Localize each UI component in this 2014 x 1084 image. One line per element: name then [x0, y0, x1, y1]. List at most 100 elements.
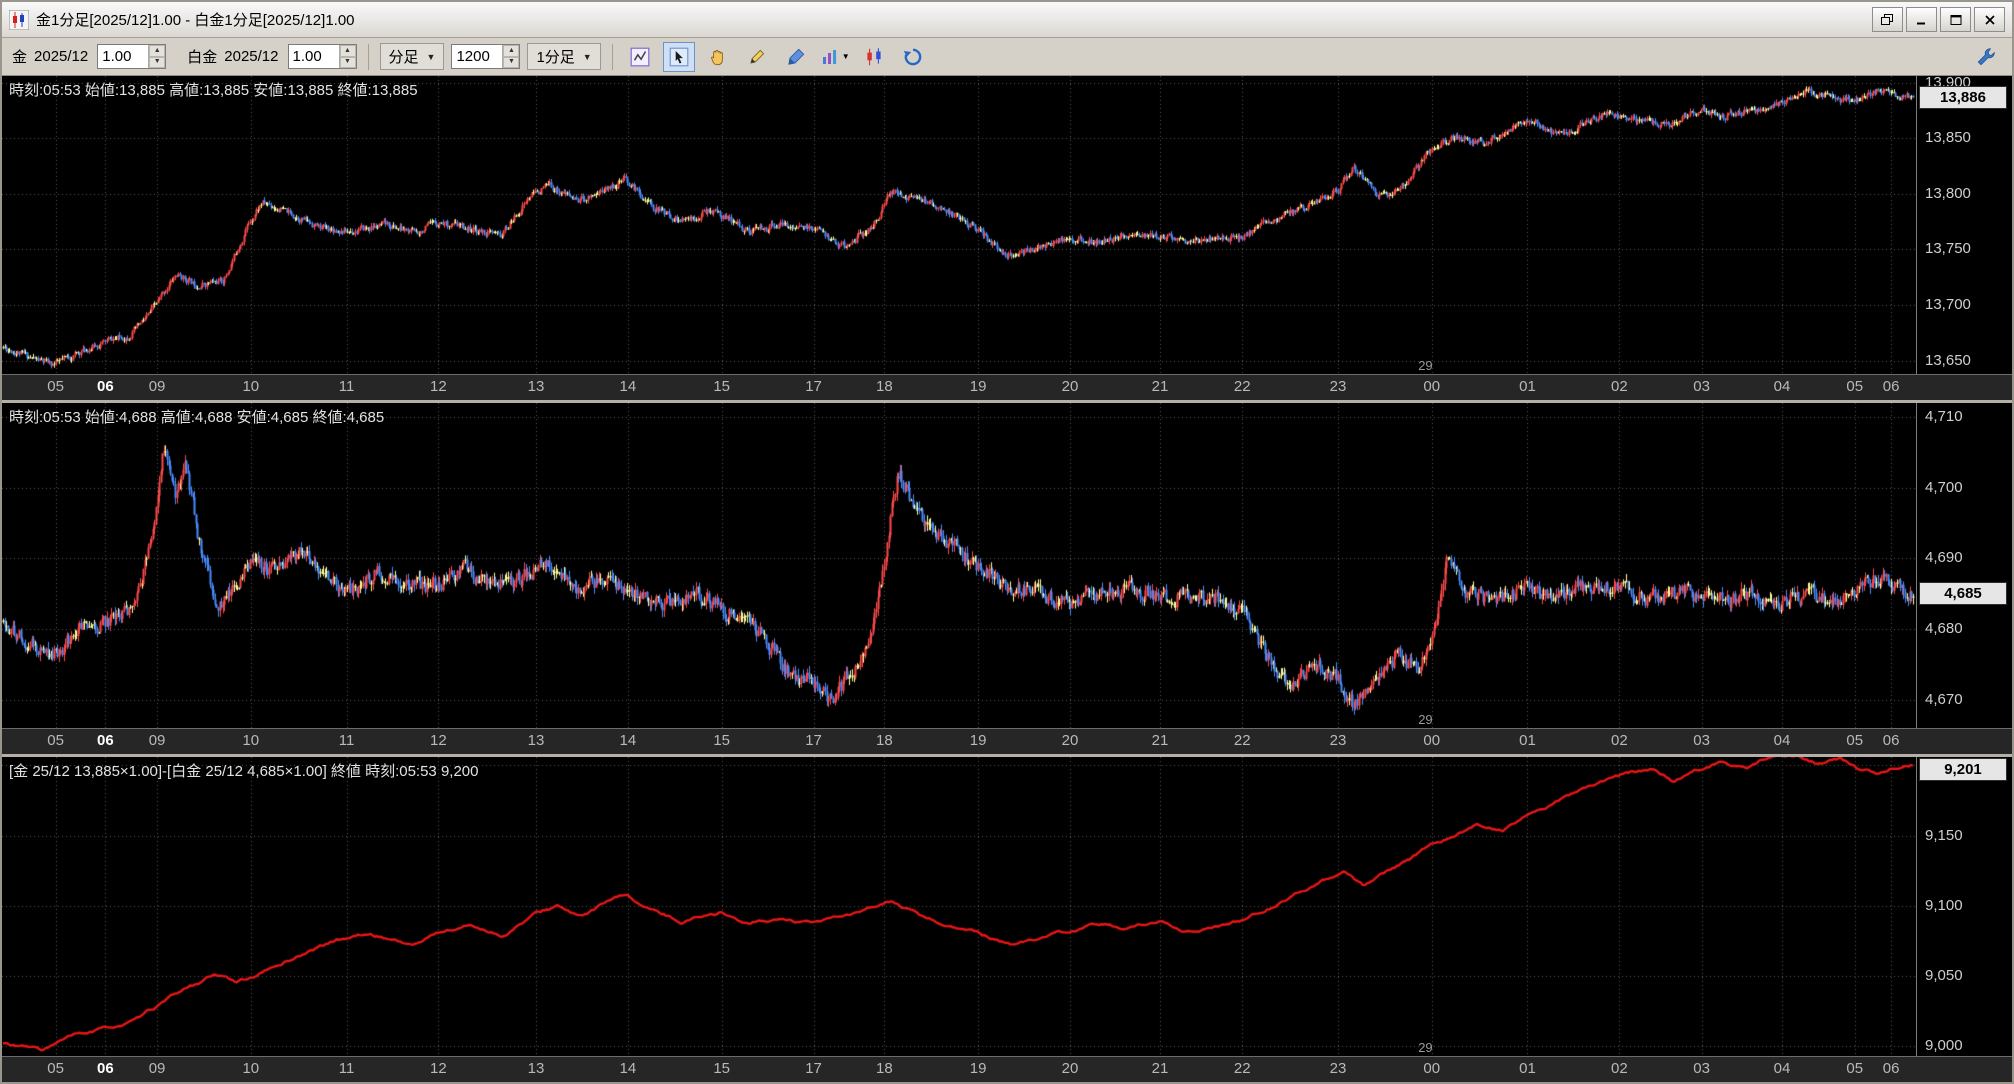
x-axis-label: 01: [1519, 378, 1536, 396]
window-title: 金1分足[2025/12]1.00 - 白金1分足[2025/12]1.00: [36, 12, 355, 29]
x-axis-label: 20: [1061, 1060, 1079, 1077]
refresh-icon: [903, 48, 922, 65]
x-axis-label: 21: [1151, 378, 1169, 396]
platinum-multiplier-input[interactable]: [288, 45, 339, 68]
x-axis-label: 18: [876, 731, 893, 749]
gold-multiplier-down-button[interactable]: ▼: [149, 56, 166, 68]
platinum-chart-canvas[interactable]: [2, 403, 1916, 728]
hand-icon: [710, 49, 723, 65]
x-axis-label: 12: [430, 731, 447, 749]
restore-window-button[interactable]: [1872, 7, 1903, 32]
date-change-label: 29: [1418, 711, 1433, 727]
x-axis-label: 19: [969, 731, 987, 749]
y-axis-tick: 4,710: [1925, 408, 1963, 426]
x-axis-label: 10: [242, 378, 260, 396]
gold-month-field[interactable]: 2025/12: [34, 48, 88, 65]
platinum-month-field[interactable]: 2025/12: [224, 48, 278, 65]
bar-count-spinner: ▲ ▼: [451, 44, 521, 69]
platinum-symbol-label: 白金: [187, 49, 218, 66]
app-window: 金1分足[2025/12]1.00 - 白金1分足[2025/12]1.00 金…: [0, 0, 2014, 1084]
y-axis-tick: 9,100: [1925, 896, 1963, 914]
x-axis-label: 14: [619, 1060, 637, 1077]
gold-multiplier-spinner: ▲ ▼: [97, 44, 167, 69]
titlebar[interactable]: 金1分足[2025/12]1.00 - 白金1分足[2025/12]1.00: [2, 2, 2012, 38]
bar-type-dropdown[interactable]: 分足 ▼: [379, 43, 445, 70]
close-window-button[interactable]: [1974, 7, 2005, 32]
refresh-button[interactable]: [897, 42, 929, 72]
spread-y-axis: 9,201 9,0009,0509,1009,1509,200: [1916, 756, 2012, 1056]
settings-wrench-button[interactable]: [1970, 42, 2002, 72]
platinum-multiplier-spinner: ▲ ▼: [287, 44, 357, 69]
x-axis-label: 06: [97, 1060, 114, 1077]
x-axis-label: 05: [47, 731, 64, 749]
spread-plot-area[interactable]: [金 25/12 13,885×1.00]-[白金 25/12 4,685×1.…: [2, 756, 1916, 1056]
toolbar-separator: [367, 43, 369, 70]
x-axis-label: 12: [430, 1060, 447, 1077]
x-axis-label: 13: [527, 378, 545, 396]
draw-line-button[interactable]: [741, 42, 773, 72]
y-axis-tick: 13,650: [1925, 351, 1971, 369]
x-axis-label: 02: [1610, 378, 1628, 396]
platinum-x-axis: 05 06 09 10 11 12 13 14 15 17 18 19 20 21 22 23 00 01 02 03…: [2, 729, 1916, 754]
x-axis-label: 18: [876, 1060, 893, 1077]
platinum-multiplier-down-button[interactable]: ▼: [339, 56, 356, 68]
axis-corner: [1916, 375, 2012, 401]
platinum-ohlc-readout: 時刻:05:53 始値:4,688 高値:4,688 安値:4,685 終値:4…: [9, 409, 385, 427]
bar-count-down-button[interactable]: ▼: [503, 56, 520, 68]
bar-count-input[interactable]: [452, 45, 503, 68]
indicator-dropdown-button[interactable]: ▼: [819, 42, 851, 72]
x-axis-label: 04: [1773, 731, 1791, 749]
spinner-down-icon: ▼: [507, 58, 515, 66]
close-icon: [1984, 14, 1995, 25]
gold-multiplier-up-button[interactable]: ▲: [149, 45, 166, 57]
platinum-multiplier-up-button[interactable]: ▲: [339, 45, 356, 57]
x-axis-label: 05: [1846, 1060, 1864, 1077]
chart-type-button[interactable]: [858, 42, 890, 72]
x-axis-label: 15: [713, 1060, 730, 1077]
x-axis-label: 11: [338, 1060, 355, 1077]
wrench-icon: [1977, 47, 1995, 65]
brush-tool-button[interactable]: [780, 42, 812, 72]
gold-symbol-label: 金: [12, 49, 28, 66]
spinner-up-icon: ▲: [153, 46, 161, 54]
gold-multiplier-input[interactable]: [98, 45, 149, 68]
interval-label: 1分足: [536, 49, 575, 66]
select-tool-button[interactable]: [662, 41, 695, 72]
x-axis-label: 19: [969, 378, 987, 396]
minimize-icon: [1916, 22, 1925, 24]
x-axis-label: 22: [1233, 1060, 1251, 1077]
bar-count-up-button[interactable]: ▲: [503, 45, 520, 57]
x-axis-label: 03: [1693, 731, 1710, 749]
maximize-window-button[interactable]: [1940, 7, 1971, 32]
x-axis-label: 01: [1519, 731, 1536, 749]
maximize-icon: [1950, 14, 1961, 25]
kline-settings-button[interactable]: [624, 42, 656, 72]
x-axis-label: 05: [47, 1060, 64, 1077]
gold-plot-area[interactable]: 時刻:05:53 始値:13,885 高値:13,885 安値:13,885 終…: [2, 76, 1916, 375]
x-axis-label: 00: [1423, 1060, 1441, 1077]
x-axis-label: 10: [242, 1060, 260, 1077]
x-axis-label: 00: [1423, 731, 1441, 749]
x-axis-label: 17: [805, 731, 822, 749]
platinum-plot-area[interactable]: 時刻:05:53 始値:4,688 高値:4,688 安値:4,685 終値:4…: [2, 403, 1916, 728]
bar-chart-icon: [822, 49, 836, 64]
interval-dropdown[interactable]: 1分足 ▼: [527, 43, 601, 70]
gold-x-axis-row: 05 06 09 10 11 12 13 14 15 17 18 19 20 21 22 23 00 01 02 03…: [2, 374, 2012, 401]
x-axis-label: 20: [1061, 731, 1079, 749]
charts-area: 時刻:05:53 始値:13,885 高値:13,885 安値:13,885 終…: [2, 76, 2012, 1082]
pencil-icon: [750, 49, 764, 64]
y-axis-tick: 13,800: [1925, 184, 1971, 202]
spread-chart-canvas[interactable]: [2, 756, 1916, 1056]
hand-tool-button[interactable]: [702, 42, 734, 72]
gold-chart-canvas[interactable]: [2, 76, 1916, 374]
x-axis-label: 22: [1233, 378, 1251, 396]
x-axis-label: 05: [1846, 378, 1864, 396]
gold-y-axis: 13,886 13,650 13,700 13,750 13,800 13,850 13,…: [1916, 76, 2012, 375]
platinum-y-axis: 4,685 4,670 4,680 4,690 4,700 4,710: [1916, 403, 2012, 728]
x-axis-label: 15: [713, 731, 730, 749]
x-axis-label: 19: [969, 1060, 987, 1077]
spinner-down-icon: ▼: [153, 58, 161, 66]
minimize-window-button[interactable]: [1906, 7, 1937, 32]
x-axis-label: 05: [1846, 731, 1864, 749]
bar-type-label: 分足: [388, 49, 419, 66]
